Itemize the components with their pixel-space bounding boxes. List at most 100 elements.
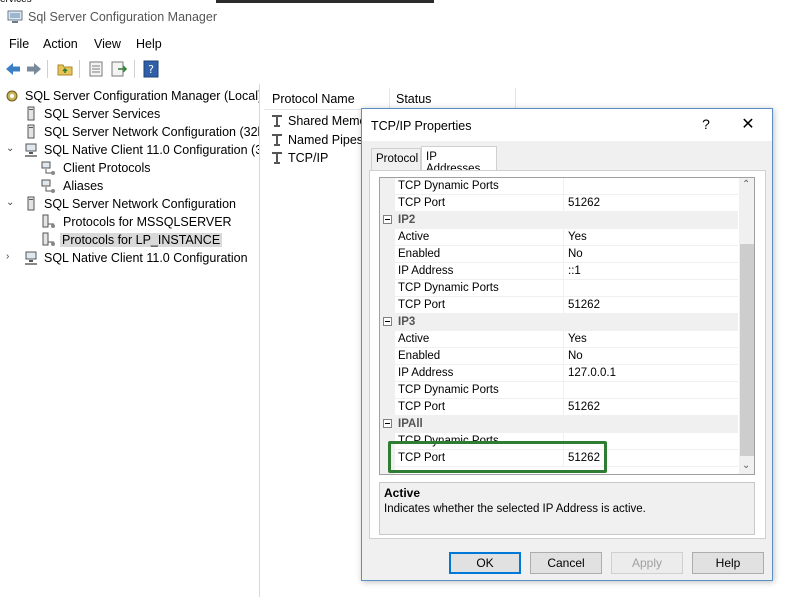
protocol-icon [272,152,282,164]
protocols-icon [41,161,55,175]
grid-key: TCP Dynamic Ports [398,282,499,294]
grid-row[interactable]: TCP Port 51262 [380,297,738,314]
grid-key: Enabled [398,248,441,260]
help-button[interactable]: ? [696,116,716,132]
chevron-down-icon[interactable]: ⌄ [6,198,16,208]
list-item-label: Shared Memo [288,114,367,128]
protocol-icon [272,115,282,127]
tab-protocol[interactable]: Protocol [371,148,421,170]
column-header-status[interactable]: Status [396,92,431,106]
tree-item-aliases[interactable]: Aliases [40,177,259,195]
grid-value: 127.0.0.1 [568,367,616,379]
grid-row[interactable]: IP Address 127.0.0.1 [380,365,738,382]
tree-item-native-client[interactable]: › SQL Native Client 11.0 Configuration [6,249,259,267]
menu-file[interactable]: File [9,37,29,51]
grid-key: TCP Port [398,197,446,209]
column-header-protocol-name[interactable]: Protocol Name [272,92,355,106]
tree-item-network-config[interactable]: ⌄ SQL Server Network Configuration [6,195,259,213]
scrollbar-thumb[interactable] [740,244,754,456]
grid-category-label: IP3 [398,316,416,328]
column-separator[interactable] [515,88,516,110]
protocols-icon [42,232,55,246]
tree-root[interactable]: SQL Server Configuration Manager (Local) [4,87,259,105]
help-dialog-button[interactable]: Help [692,552,764,574]
tree-item-label: SQL Server Services [44,107,161,121]
dialog-title: TCP/IP Properties [371,119,472,133]
ip-addresses-panel: TCP Dynamic Ports TCP Port 51262 IP2 Acti… [369,170,766,539]
apply-button[interactable]: Apply [611,552,683,574]
tree-pane: SQL Server Configuration Manager (Local)… [0,84,260,597]
grid-row[interactable]: Enabled No [380,348,738,365]
background-window-strip [216,0,434,3]
scroll-up-icon[interactable]: ⌃ [742,179,750,190]
grid-value: ::1 [568,265,581,277]
tree-item-label: SQL Server Network Configuration (32bit [44,125,260,139]
tree-item-network-config-32bit[interactable]: SQL Server Network Configuration (32bit [20,123,260,141]
grid-key: IP Address [398,265,454,277]
description-box: Active Indicates whether the selected IP… [379,482,755,535]
grid-category-ipall[interactable]: IPAll [380,416,738,433]
grid-row[interactable]: Active Yes [380,229,738,246]
tcpip-properties-dialog: TCP/IP Properties ? ✕ Protocol IP Addres… [361,108,773,581]
grid-row[interactable]: TCP Dynamic Ports [380,382,738,399]
configuration-manager-icon [6,90,18,102]
menu-action[interactable]: Action [43,37,78,51]
grid-row[interactable]: Active Yes [380,331,738,348]
tree-item-native-client-32bit[interactable]: ⌄ SQL Native Client 11.0 Configuration (… [6,141,259,159]
chevron-right-icon[interactable]: › [6,252,16,262]
collapse-icon[interactable] [383,419,392,428]
grid-key: Enabled [398,350,441,362]
grid-value: 51262 [568,299,600,311]
cancel-button[interactable]: Cancel [530,552,602,574]
tab-ip-addresses[interactable]: IP Addresses [421,146,497,175]
scroll-down-icon[interactable]: ⌄ [742,460,750,471]
grid-value: 51262 [568,401,600,413]
grid-key: TCP Port [398,401,446,413]
column-separator[interactable] [389,88,390,110]
grid-category-label: IPAll [398,418,423,430]
toolbar-separator [47,60,48,78]
menu-help[interactable]: Help [136,37,162,51]
tree-item-label: Protocols for MSSQLSERVER [63,215,232,229]
grid-category-ip3[interactable]: IP3 [380,314,738,331]
grid-scrollbar[interactable]: ⌃ ⌄ [739,178,754,474]
grid-row[interactable]: TCP Port 51262 [380,399,738,416]
grid-key: TCP Port [398,299,446,311]
ok-button[interactable]: OK [449,552,521,574]
collapse-icon[interactable] [383,317,392,326]
server-icon [27,196,35,211]
grid-key: TCP Dynamic Ports [398,384,499,396]
chevron-down-icon[interactable]: ⌄ [6,144,16,154]
grid-row[interactable]: TCP Dynamic Ports [380,178,738,195]
help-icon[interactable]: ? [142,60,160,78]
tree-item-protocols-lp-instance[interactable]: Protocols for LP_INSTANCE [40,231,259,249]
up-folder-icon[interactable] [56,60,74,78]
forward-arrow-icon[interactable] [25,60,43,78]
protocols-icon [42,214,55,228]
tree-item-protocols-mssqlserver[interactable]: Protocols for MSSQLSERVER [40,213,259,231]
property-grid[interactable]: TCP Dynamic Ports TCP Port 51262 IP2 Acti… [379,177,755,475]
grid-row[interactable]: IP Address::1 [380,263,738,280]
client-config-icon [25,143,37,157]
protocol-icon [272,134,282,146]
window-title: Sql Server Configuration Manager [28,10,217,24]
grid-category-ip2[interactable]: IP2 [380,212,738,229]
tree-item-sql-server-services[interactable]: SQL Server Services [20,105,259,123]
menu-view[interactable]: View [94,37,121,51]
properties-icon[interactable] [87,60,105,78]
grid-value: No [568,248,583,260]
tree-item-client-protocols[interactable]: Client Protocols [40,159,259,177]
grid-key: Active [398,333,430,345]
collapse-icon[interactable] [383,215,392,224]
list-item-label: Named Pipes [288,133,364,147]
grid-row[interactable]: Enabled No [380,246,738,263]
tree-item-label: Aliases [63,179,104,193]
close-icon[interactable]: ✕ [738,114,758,134]
toolbar: ? [0,57,800,81]
export-list-icon[interactable] [110,60,128,78]
list-item-label: TCP/IP [288,151,329,165]
grid-row[interactable]: TCP Dynamic Ports [380,280,738,297]
back-arrow-icon[interactable] [4,60,22,78]
grid-value: 51262 [568,197,600,209]
grid-row[interactable]: TCP Port 51262 [380,195,738,212]
